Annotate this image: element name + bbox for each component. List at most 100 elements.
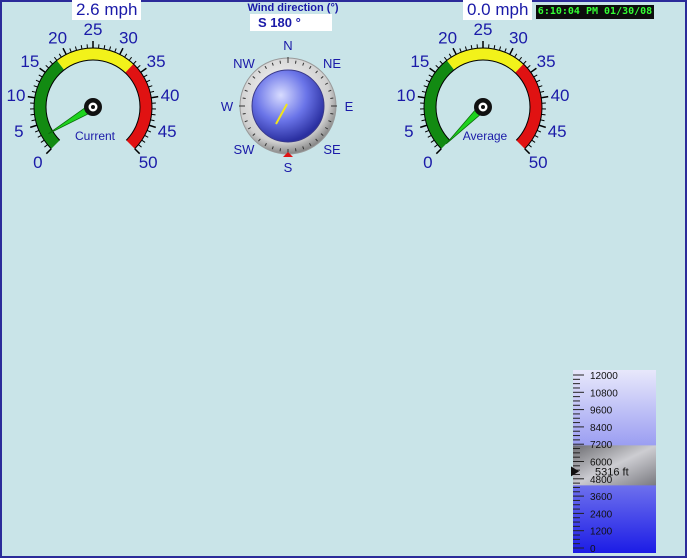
compass-tick — [294, 148, 297, 152]
average-gauge-tick — [470, 45, 473, 50]
current-gauge-tick — [140, 67, 147, 73]
average-gauge-tick — [493, 45, 496, 50]
current-gauge-tick — [31, 119, 36, 122]
current-gauge-tick-label: 15 — [20, 52, 39, 71]
average-gauge-tick — [421, 90, 426, 93]
current-gauge-tick — [146, 79, 151, 83]
average-gauge-tick — [425, 79, 430, 83]
current-gauge-tick — [37, 134, 42, 138]
compass-label-n: N — [283, 38, 292, 53]
current-gauge-tick-label: 20 — [48, 29, 67, 48]
average-gauge-tick-label: 30 — [509, 29, 528, 48]
wind-direction-title: Wind direction (°) — [247, 2, 339, 14]
current-gauge-tick — [146, 129, 152, 133]
average-gauge-hub-dot — [481, 105, 485, 109]
average-gauge-tick — [514, 53, 518, 58]
average-gauge-tick — [448, 53, 452, 58]
average-gauge-zone-1 — [446, 48, 524, 73]
average-gauge-tick — [464, 46, 468, 51]
current-gauge-tick-label: 30 — [119, 29, 138, 48]
altitude-scale-label: 9600 — [590, 406, 613, 417]
compass-tick — [294, 60, 297, 64]
average-gauge-tick — [540, 119, 545, 122]
current-gauge-tick — [141, 139, 146, 143]
compass-tick — [279, 60, 282, 64]
compass-label-e: E — [345, 99, 354, 114]
average-gauge-tick — [534, 134, 539, 138]
average-gauge-tick — [541, 95, 549, 99]
average-gauge-tick — [530, 67, 537, 73]
current-gauge-label: Current — [75, 129, 116, 143]
altitude-scale-label: 0 — [590, 544, 596, 555]
average-gauge-tick-label: 50 — [529, 153, 548, 172]
current-gauge-tick — [133, 60, 137, 65]
average-gauge-tick — [419, 124, 428, 129]
average-gauge-tick — [538, 124, 547, 129]
current-gauge-tick — [69, 48, 72, 53]
current-gauge-tick — [150, 90, 155, 93]
current-gauge-tick — [151, 95, 159, 99]
altitude-scale-label: 8400 — [590, 423, 613, 434]
current-gauge-tick-label: 10 — [6, 86, 25, 105]
altitude-cloud — [573, 445, 656, 486]
current-gauge-tick — [29, 124, 38, 129]
current-gauge-tick — [128, 56, 133, 61]
compass-label-nw: NW — [233, 56, 255, 71]
average-gauge-tick — [523, 60, 527, 65]
average-gauge-tick-label: 40 — [551, 86, 570, 105]
average-gauge-tick-label: 35 — [537, 52, 556, 71]
average-gauge-tick — [424, 129, 430, 133]
average-gauge-tick-label: 25 — [474, 20, 493, 39]
average-gauge-tick — [439, 60, 443, 65]
average-gauge-tick — [509, 47, 514, 55]
current-gauge-tick — [27, 95, 35, 99]
compass-label-sw: SW — [234, 142, 256, 157]
current-gauge-tick — [144, 134, 149, 138]
current-gauge-tick-label: 0 — [33, 153, 42, 172]
current-gauge-tick — [39, 67, 46, 73]
current-gauge-hub-dot — [91, 105, 95, 109]
average-gauge-tick-label: 45 — [548, 122, 567, 141]
compass-dial — [251, 69, 325, 143]
average-gauge-tick-label: 0 — [423, 153, 432, 172]
current-gauge-tick-label: 5 — [14, 122, 23, 141]
average-gauge-tick — [417, 95, 425, 99]
altitude-scale-label: 7200 — [590, 440, 613, 451]
average-gauge-tick — [540, 90, 545, 93]
average-gauge-tick — [504, 48, 507, 53]
average-gauge-tick — [435, 148, 442, 155]
current-gauge-tick-label: 35 — [147, 52, 166, 71]
current-gauge-tick — [138, 144, 142, 148]
average-gauge-tick — [498, 46, 502, 51]
average-gauge-tick — [531, 139, 536, 143]
current-gauge-tick — [31, 90, 36, 93]
current-gauge-tick — [33, 85, 38, 88]
current-gauge-tick — [58, 53, 62, 58]
average-gauge-tick — [536, 79, 541, 83]
current-gauge-tick — [148, 124, 157, 129]
average-gauge-tick-label: 20 — [438, 29, 457, 48]
current-gauge-tick — [143, 74, 148, 78]
average-gauge-tick — [452, 47, 457, 55]
average-gauge-tick — [526, 64, 531, 69]
altitude-scale-label: 1200 — [590, 527, 613, 538]
current-speed-gauge: 05 10 15 20 25 30 35 40 4550 Current — [6, 20, 179, 172]
current-gauge-tick — [119, 47, 124, 55]
compass-tick — [330, 97, 334, 100]
current-gauge-tick-label: 25 — [84, 20, 103, 39]
average-speed-gauge: 05 10 15 20 25 30 35 40 4550 Average — [396, 20, 570, 172]
current-gauge-tick — [124, 53, 128, 58]
altitude-scale-label: 2400 — [590, 509, 613, 520]
altitude-scale-label: 3600 — [590, 492, 613, 503]
average-gauge-tick-label: 15 — [410, 52, 429, 71]
average-gauge-tick — [420, 113, 425, 116]
compass-tick — [279, 148, 282, 152]
average-gauge-tick — [459, 48, 462, 53]
average-gauge-tick — [518, 56, 523, 61]
current-gauge-tick — [62, 47, 67, 55]
current-gauge-tick-label: 50 — [139, 153, 158, 172]
current-gauge-tick — [136, 64, 141, 69]
current-gauge-tick — [35, 79, 40, 83]
current-gauge-tick — [34, 129, 40, 133]
compass-label-ne: NE — [323, 56, 341, 71]
